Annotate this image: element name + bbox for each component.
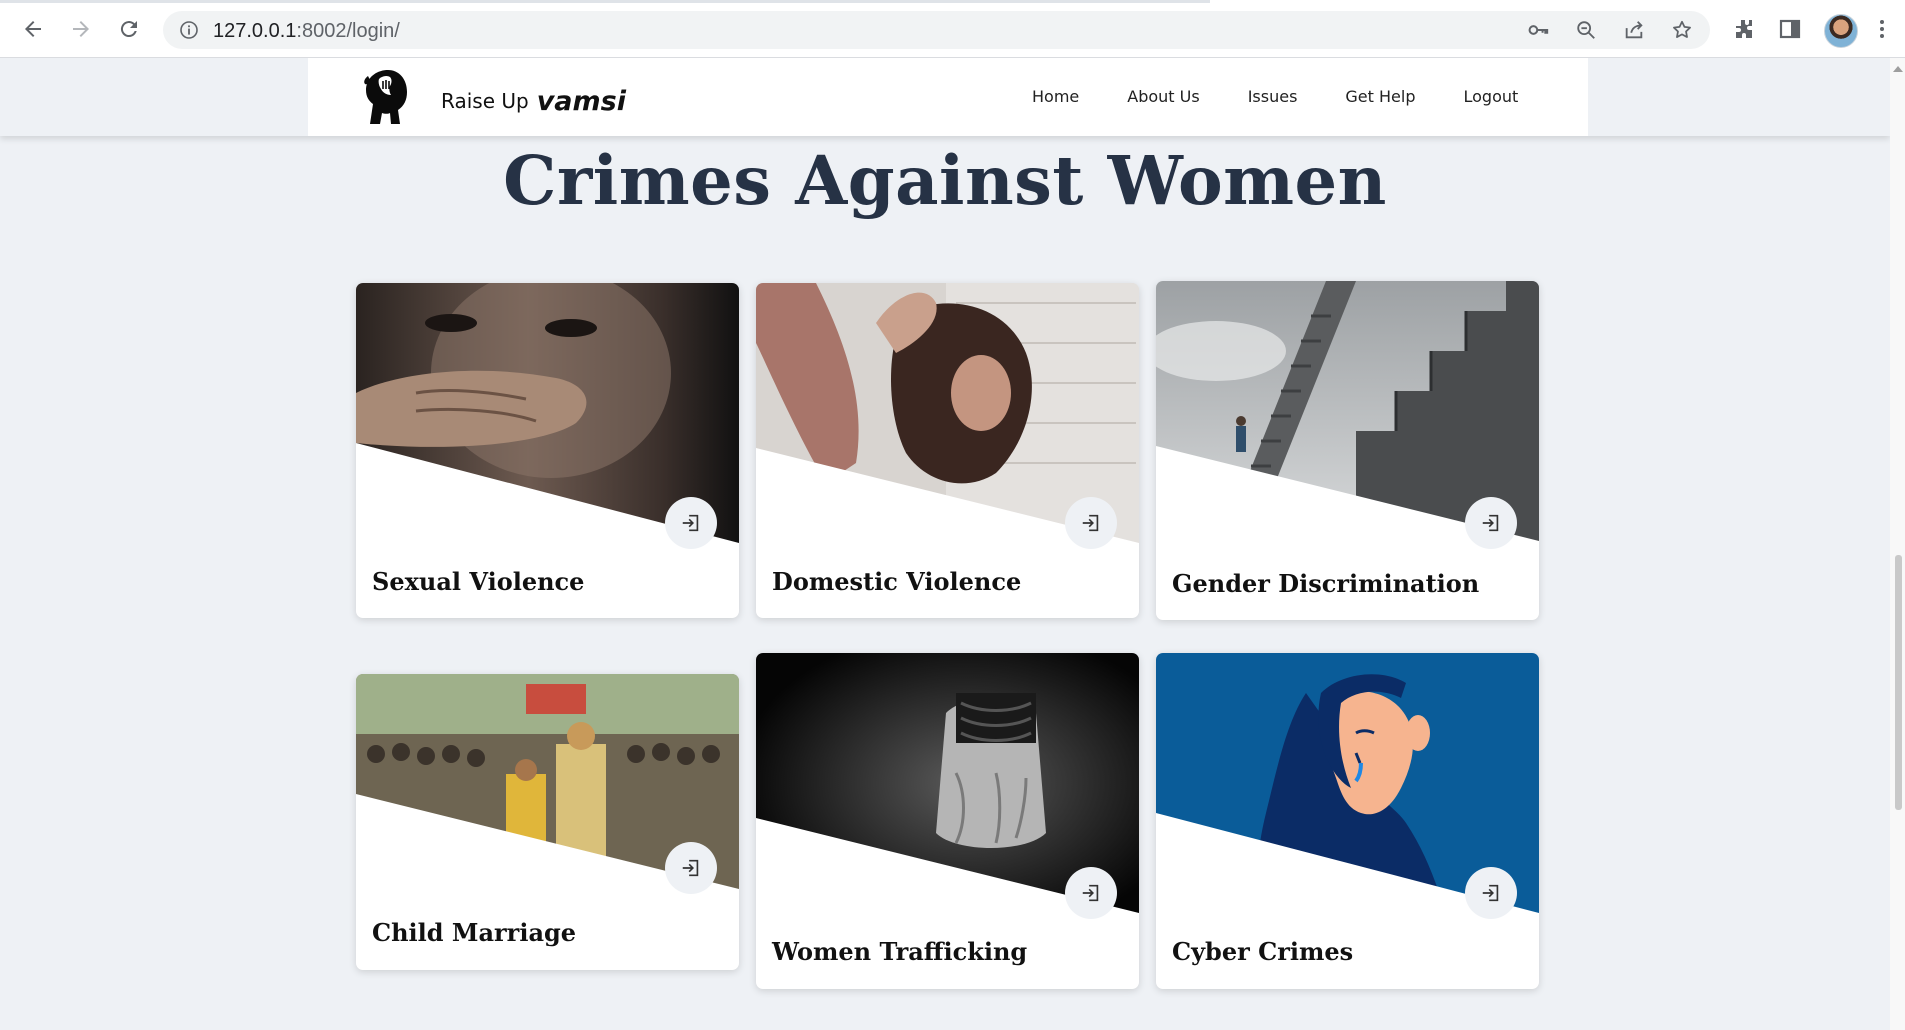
page-title: Crimes Against Women bbox=[503, 141, 1387, 220]
main-nav: Home About Us Issues Get Help Logout bbox=[1032, 87, 1566, 106]
card-title: Women Trafficking bbox=[772, 937, 1028, 966]
reload-icon bbox=[120, 21, 137, 38]
enter-button[interactable] bbox=[1465, 497, 1517, 549]
card-title: Sexual Violence bbox=[372, 567, 585, 596]
url-host: 127.0.0.1 bbox=[213, 20, 297, 42]
card-title: Cyber Crimes bbox=[1172, 937, 1354, 966]
card-women-trafficking[interactable]: Women Trafficking bbox=[756, 653, 1139, 989]
enter-icon bbox=[682, 514, 699, 532]
scroll-up-arrow-icon[interactable] bbox=[1893, 66, 1903, 72]
reload-button[interactable] bbox=[111, 11, 147, 47]
raise-up-logo[interactable] bbox=[358, 66, 420, 128]
browser-toolbar: 127.0.0.1:8002/login/ bbox=[0, 0, 1905, 58]
card-gender-discrimination[interactable]: Gender Discrimination bbox=[1156, 281, 1539, 620]
loading-bar bbox=[0, 0, 1210, 3]
enter-button[interactable] bbox=[1065, 497, 1117, 549]
kebab-menu-icon[interactable] bbox=[1870, 17, 1894, 41]
enter-button[interactable] bbox=[1065, 867, 1117, 919]
card-child-marriage[interactable]: Child Marriage bbox=[356, 674, 739, 970]
card-title: Domestic Violence bbox=[772, 567, 1022, 596]
key-icon[interactable] bbox=[1527, 19, 1549, 41]
extensions-puzzle-icon[interactable] bbox=[1732, 17, 1756, 41]
brand: Raise Up vamsi bbox=[441, 84, 626, 117]
scrollbar-thumb[interactable] bbox=[1895, 555, 1902, 810]
nav-home[interactable]: Home bbox=[1032, 87, 1079, 106]
card-domestic-violence[interactable]: Domestic Violence bbox=[756, 283, 1139, 618]
enter-icon bbox=[1482, 514, 1499, 532]
enter-button[interactable] bbox=[1465, 867, 1517, 919]
enter-button[interactable] bbox=[665, 842, 717, 894]
zoom-out-icon[interactable] bbox=[1575, 19, 1597, 41]
back-arrow-icon bbox=[25, 21, 41, 37]
brand-name: Raise Up bbox=[441, 89, 529, 113]
navbar: Raise Up vamsi Home About Us Issues Get H… bbox=[308, 58, 1588, 136]
nav-about-us[interactable]: About Us bbox=[1127, 87, 1199, 106]
enter-icon bbox=[1082, 514, 1099, 532]
enter-button[interactable] bbox=[665, 497, 717, 549]
side-panel-icon[interactable] bbox=[1778, 17, 1802, 41]
site-info-icon[interactable] bbox=[179, 20, 199, 40]
username: vamsi bbox=[536, 86, 626, 117]
card-title: Child Marriage bbox=[372, 918, 577, 947]
enter-icon bbox=[1482, 884, 1499, 902]
address-bar[interactable]: 127.0.0.1:8002/login/ bbox=[163, 11, 1710, 49]
bookmark-star-icon[interactable] bbox=[1671, 19, 1693, 41]
enter-icon bbox=[1082, 884, 1099, 902]
url-path: :8002/login/ bbox=[296, 20, 400, 42]
share-icon[interactable] bbox=[1623, 19, 1645, 41]
card-title: Gender Discrimination bbox=[1172, 569, 1480, 598]
enter-icon bbox=[682, 859, 699, 877]
page-viewport: Raise Up vamsi Home About Us Issues Get H… bbox=[0, 58, 1890, 1030]
back-button[interactable] bbox=[15, 11, 51, 47]
nav-get-help[interactable]: Get Help bbox=[1345, 87, 1415, 106]
card-cyber-crimes[interactable]: Cyber Crimes bbox=[1156, 653, 1539, 989]
card-sexual-violence[interactable]: Sexual Violence bbox=[356, 283, 739, 618]
scrollbar[interactable] bbox=[1890, 58, 1905, 1030]
profile-avatar[interactable] bbox=[1824, 14, 1858, 48]
nav-issues[interactable]: Issues bbox=[1248, 87, 1298, 106]
forward-button[interactable] bbox=[63, 11, 99, 47]
url-text[interactable]: 127.0.0.1:8002/login/ bbox=[213, 20, 400, 43]
nav-logout[interactable]: Logout bbox=[1463, 87, 1518, 106]
forward-arrow-icon bbox=[73, 21, 89, 37]
site-header: Raise Up vamsi Home About Us Issues Get H… bbox=[0, 58, 1890, 136]
